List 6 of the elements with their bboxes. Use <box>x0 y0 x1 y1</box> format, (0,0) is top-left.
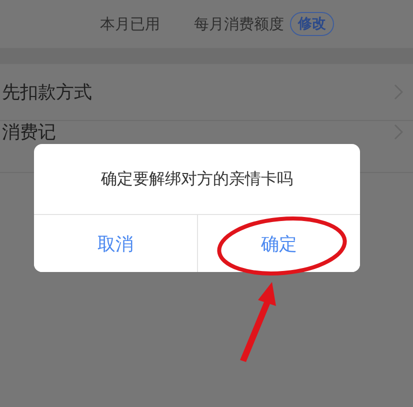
menu-item-label[interactable]: 先扣款方式 <box>2 80 92 104</box>
summary-label: 每月消费额度 <box>194 14 284 34</box>
dialog-message: 确定要解绑对方的亲情卡吗 <box>101 168 293 190</box>
summary-label: 本月已用 <box>100 14 160 34</box>
edit-button[interactable]: 修改 <box>290 12 334 36</box>
menu-item-label[interactable]: 消费记 <box>2 124 56 142</box>
